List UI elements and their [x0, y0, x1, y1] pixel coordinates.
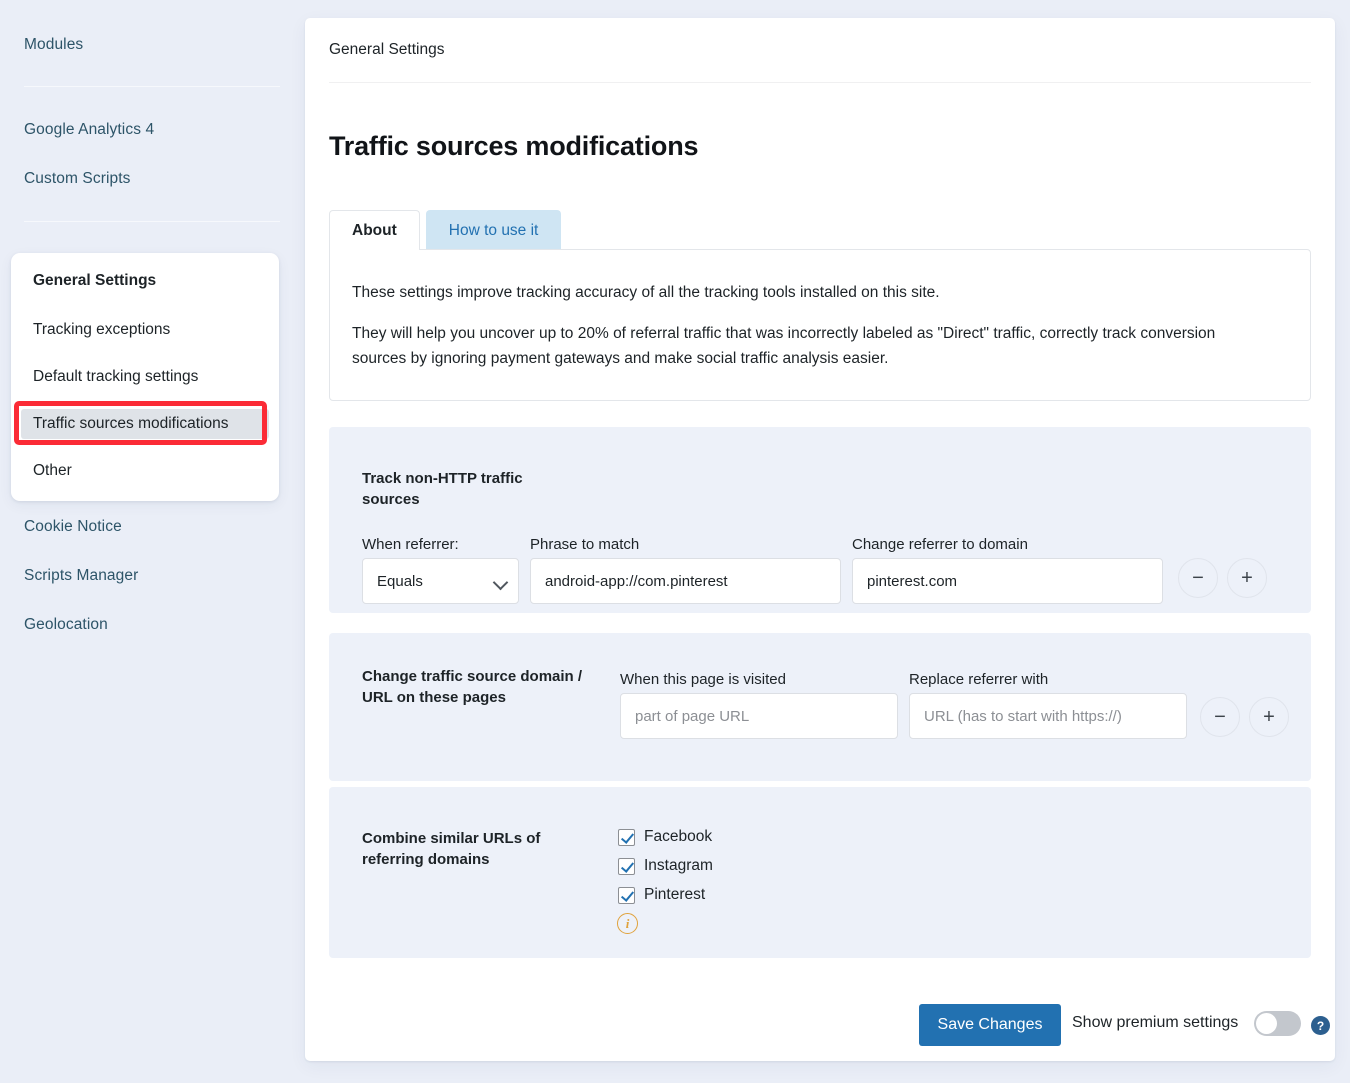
plus-icon: +: [1241, 568, 1253, 588]
remove-row-button[interactable]: −: [1200, 697, 1240, 737]
sidebar-item-cookie-notice[interactable]: Cookie Notice: [0, 514, 304, 540]
sidebar-divider-2: [24, 221, 280, 222]
checkbox-row-facebook[interactable]: Facebook: [618, 828, 712, 846]
card-change-traffic-source-domain: Change traffic source domain / URL on th…: [329, 633, 1311, 781]
sidebar-item-label: Default tracking settings: [33, 368, 198, 386]
about-paragraph: These settings improve tracking accuracy…: [352, 280, 1272, 305]
help-glyph: ?: [1317, 1019, 1324, 1033]
show-premium-settings-label: Show premium settings: [1072, 1014, 1238, 1032]
tab-label: About: [352, 222, 397, 240]
help-icon[interactable]: ?: [1311, 1016, 1330, 1035]
sidebar-section-bottom: Cookie Notice Scripts Manager Geolocatio…: [0, 514, 304, 661]
sidebar-item-scripts-manager[interactable]: Scripts Manager: [0, 563, 304, 589]
sidebar-item-label: Traffic sources modifications: [33, 415, 229, 433]
card-track-non-http-traffic-sources: Track non-HTTP traffic sources When refe…: [329, 427, 1311, 613]
minus-icon: −: [1214, 707, 1226, 727]
change-referrer-domain-label: Change referrer to domain: [852, 536, 1028, 553]
show-premium-settings-toggle[interactable]: [1254, 1011, 1301, 1036]
add-row-button[interactable]: +: [1249, 697, 1289, 737]
sidebar-item-custom-scripts[interactable]: Custom Scripts: [0, 166, 304, 192]
phrase-to-match-input[interactable]: [530, 558, 841, 604]
change-referrer-domain-input[interactable]: [852, 558, 1163, 604]
tab-label: How to use it: [449, 222, 539, 240]
when-page-visited-label: When this page is visited: [620, 671, 786, 688]
when-referrer-select[interactable]: Equals: [362, 558, 519, 604]
main-panel: General Settings Traffic sources modific…: [305, 18, 1335, 1061]
sidebar-item-default-tracking-settings[interactable]: Default tracking settings: [21, 362, 269, 392]
add-row-button[interactable]: +: [1227, 558, 1267, 598]
save-changes-button[interactable]: Save Changes: [919, 1004, 1061, 1046]
tab-how-to-use-it[interactable]: How to use it: [426, 210, 562, 250]
sidebar-item-other[interactable]: Other: [21, 456, 269, 486]
sidebar-item-label: Other: [33, 462, 72, 480]
sidebar-section-top: Modules: [0, 0, 304, 57]
tab-bar: About How to use it: [329, 210, 561, 250]
sidebar-item-tracking-exceptions[interactable]: Tracking exceptions: [21, 315, 269, 345]
when-referrer-label: When referrer:: [362, 536, 459, 553]
checkbox-row-pinterest[interactable]: Pinterest: [618, 886, 705, 904]
card-label: Change traffic source domain / URL on th…: [362, 666, 607, 708]
when-referrer-select-wrapper: Equals: [362, 558, 519, 604]
app-root: Modules Google Analytics 4 Custom Script…: [0, 0, 1350, 1083]
checkbox-label: Instagram: [644, 857, 713, 875]
about-panel: These settings improve tracking accuracy…: [329, 249, 1311, 401]
sidebar: Modules Google Analytics 4 Custom Script…: [0, 0, 304, 1083]
sidebar-section-tools: Google Analytics 4 Custom Scripts: [0, 87, 304, 192]
pinterest-checkbox[interactable]: [618, 887, 635, 904]
checkbox-row-instagram[interactable]: Instagram: [618, 857, 713, 875]
info-icon[interactable]: i: [617, 913, 638, 934]
instagram-checkbox[interactable]: [618, 858, 635, 875]
sidebar-item-label: Tracking exceptions: [33, 321, 170, 339]
remove-row-button[interactable]: −: [1178, 558, 1218, 598]
replace-referrer-input[interactable]: [909, 693, 1187, 739]
sidebar-item-geolocation[interactable]: Geolocation: [0, 612, 304, 638]
page-title: Traffic sources modifications: [329, 131, 698, 162]
sidebar-item-traffic-sources-modifications[interactable]: Traffic sources modifications: [21, 409, 269, 439]
card-combine-similar-urls: Combine similar URLs of referring domain…: [329, 787, 1311, 958]
plus-icon: +: [1263, 707, 1275, 727]
toggle-knob: [1256, 1013, 1277, 1034]
minus-icon: −: [1192, 568, 1204, 588]
replace-referrer-label: Replace referrer with: [909, 671, 1048, 688]
when-page-visited-input[interactable]: [620, 693, 898, 739]
panel-header: General Settings: [329, 18, 1311, 83]
phrase-to-match-label: Phrase to match: [530, 536, 639, 553]
tab-about[interactable]: About: [329, 210, 420, 250]
card-label: Combine similar URLs of referring domain…: [362, 828, 577, 870]
save-button-label: Save Changes: [938, 1016, 1043, 1033]
sidebar-item-modules[interactable]: Modules: [0, 33, 304, 57]
about-paragraph: They will help you uncover up to 20% of …: [352, 321, 1272, 371]
card-label: Track non-HTTP traffic sources: [362, 468, 562, 510]
checkbox-label: Pinterest: [644, 886, 705, 904]
facebook-checkbox[interactable]: [618, 829, 635, 846]
panel-header-title: General Settings: [329, 41, 444, 59]
sidebar-item-google-analytics-4[interactable]: Google Analytics 4: [0, 117, 304, 143]
submenu-title: General Settings: [33, 272, 156, 290]
info-glyph: i: [626, 916, 630, 932]
sidebar-submenu-general-settings: General Settings Tracking exceptions Def…: [11, 253, 279, 501]
checkbox-label: Facebook: [644, 828, 712, 846]
